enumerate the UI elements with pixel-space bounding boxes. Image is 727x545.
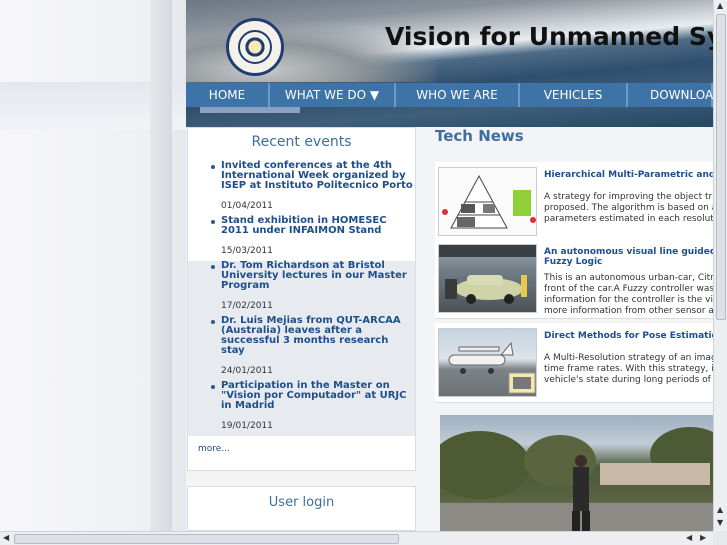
tech-news-title: Tech News <box>435 127 524 145</box>
main-nav: HOME WHAT WE DO ▼ WHO WE ARE VEHICLES DO… <box>186 83 713 107</box>
scroll-right-arrow-icon[interactable]: ▶ <box>700 533 706 543</box>
event-date: 15/03/2011 <box>221 246 273 256</box>
event-date: 24/01/2011 <box>221 366 273 376</box>
news-item: An autonomous visual line guided Fuzzy L… <box>435 239 713 319</box>
news-item: Direct Methods for Pose Estimatio A Mult… <box>435 323 713 403</box>
event-date: 19/01/2011 <box>221 421 273 431</box>
event-item: Participation in the Master on "Vision p… <box>188 381 415 436</box>
news-title[interactable]: Direct Methods for Pose Estimatio <box>544 331 713 341</box>
news-title[interactable]: Hierarchical Multi-Parametric and <box>544 170 713 180</box>
seal-crest-icon <box>238 30 272 64</box>
event-link[interactable]: Dr. Luis Mejias from QUT-ARCAA (Australi… <box>221 316 415 356</box>
field-test-photo <box>440 427 713 531</box>
news-text-line: more information from other sensor a <box>544 306 713 316</box>
scroll-left-arrow-icon[interactable]: ◀ <box>3 533 9 543</box>
car-photo-icon <box>439 245 536 304</box>
news-text-line: information for the controller is the vi… <box>544 295 713 305</box>
nav-what-we-do[interactable]: WHAT WE DO ▼ <box>270 83 396 107</box>
user-login-title: User login <box>268 495 335 510</box>
event-date: 01/04/2011 <box>221 201 273 211</box>
news-text-line: A Multi-Resolution strategy of an imag <box>544 353 713 363</box>
scroll-up-arrow-icon[interactable]: ▲ <box>717 505 723 515</box>
event-item: Dr. Luis Mejias from QUT-ARCAA (Australi… <box>188 316 415 381</box>
news-text-line: front of the car.A Fuzzy controller was <box>544 284 713 294</box>
news-item: Hierarchical Multi-Parametric and A stra… <box>435 162 713 242</box>
scroll-left-arrow-icon[interactable]: ◀ <box>686 533 692 543</box>
bullet-icon <box>211 220 215 224</box>
event-date: 17/02/2011 <box>221 301 273 311</box>
news-title-line: An autonomous visual line guided <box>544 247 713 257</box>
site-title: Vision for Unmanned Syst <box>385 22 713 51</box>
featured-photo[interactable] <box>440 415 713 531</box>
event-item: Dr. Tom Richardson at Bristol University… <box>188 261 415 316</box>
event-link[interactable]: Dr. Tom Richardson at Bristol University… <box>221 261 415 291</box>
news-thumbnail[interactable] <box>438 328 537 397</box>
news-text-line: parameters estimated in each resoluti <box>544 214 713 224</box>
bullet-icon <box>211 320 215 324</box>
event-item: Invited conferences at the 4th Internati… <box>188 161 415 216</box>
nav-downloads[interactable]: DOWNLOA <box>628 83 713 107</box>
event-link[interactable]: Stand exhibition in HOMESEC 2011 under I… <box>221 216 415 236</box>
news-thumbnail[interactable] <box>438 167 537 236</box>
bullet-icon <box>211 385 215 389</box>
recent-events-list: Invited conferences at the 4th Internati… <box>188 161 415 436</box>
event-item: Stand exhibition in HOMESEC 2011 under I… <box>188 216 415 261</box>
news-text-line: A strategy for improving the object tra <box>544 192 713 202</box>
news-text-line: vehicle's state during long periods of t… <box>544 375 713 385</box>
news-title[interactable]: An autonomous visual line guided Fuzzy L… <box>544 247 713 267</box>
user-login-block: User login <box>187 486 416 531</box>
page-left-stripe <box>150 0 172 531</box>
vertical-scrollbar[interactable]: ▲ ▲ ▼ <box>713 0 727 531</box>
bullet-icon <box>211 165 215 169</box>
nav-who-we-are[interactable]: WHO WE ARE <box>396 83 520 107</box>
bullet-icon <box>211 265 215 269</box>
news-thumbnail[interactable] <box>438 244 537 313</box>
university-seal-logo[interactable] <box>226 18 284 76</box>
horizontal-scrollbar[interactable]: ◀ ◀ ▶ <box>0 531 713 545</box>
news-text-line: time frame rates. With this strategy, it <box>544 364 713 374</box>
recent-events-block: Recent events Invited conferences at the… <box>187 127 416 471</box>
airplane-photo-icon <box>448 341 536 394</box>
vertical-scroll-thumb[interactable] <box>716 14 726 320</box>
nav-vehicles[interactable]: VEHICLES <box>520 83 628 107</box>
nav-home[interactable]: HOME <box>186 83 270 107</box>
scrollbar-corner <box>713 531 727 545</box>
scroll-down-arrow-icon[interactable]: ▼ <box>717 518 723 528</box>
recent-events-title: Recent events <box>251 134 352 150</box>
scroll-up-arrow-icon[interactable]: ▲ <box>717 1 723 11</box>
pyramid-diagram-icon <box>442 174 536 229</box>
news-text-line: proposed. The algorithm is based on a <box>544 203 713 213</box>
news-text-line: This is an autonomous urban-car, Citro <box>544 273 713 283</box>
news-title-line: Fuzzy Logic <box>544 257 603 267</box>
horizontal-scroll-thumb[interactable] <box>14 534 399 544</box>
event-link[interactable]: Participation in the Master on "Vision p… <box>221 381 415 411</box>
more-events-link[interactable]: more... <box>198 444 230 454</box>
site-header: Vision for Unmanned Syst POLITÉCNICA HOM… <box>186 0 713 127</box>
event-link[interactable]: Invited conferences at the 4th Internati… <box>221 161 415 191</box>
